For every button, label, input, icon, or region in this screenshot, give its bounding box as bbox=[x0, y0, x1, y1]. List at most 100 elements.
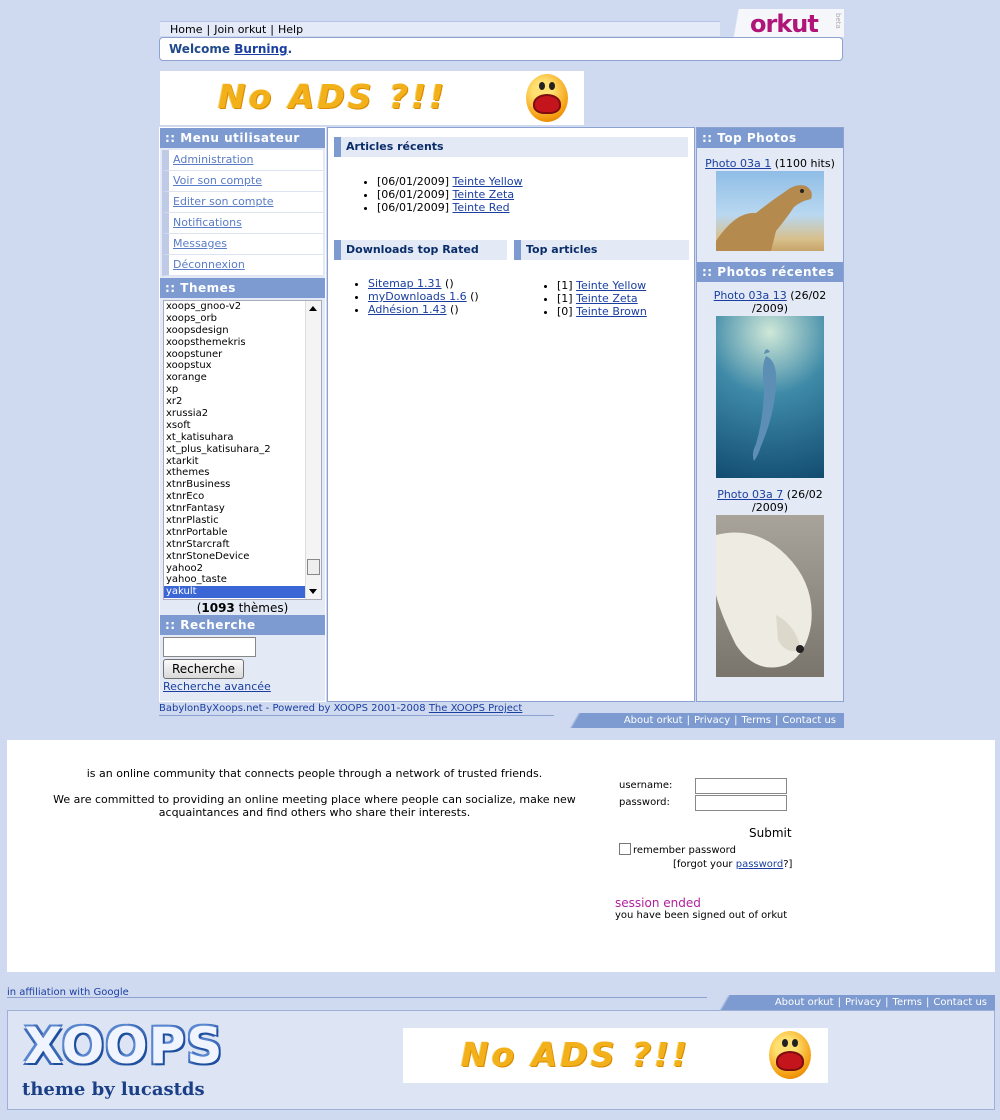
photo-meta: /2009) bbox=[752, 501, 788, 514]
photo-entry: Photo 03a 13 (26/02/2009) bbox=[697, 289, 843, 315]
footer-contact-link[interactable]: Contact us bbox=[782, 715, 836, 726]
welcome-user-link[interactable]: Burning bbox=[234, 42, 287, 56]
remember-password-label: remember password bbox=[633, 845, 736, 856]
article-link[interactable]: Teinte Yellow bbox=[576, 279, 646, 292]
polar-bear-photo[interactable] bbox=[716, 515, 824, 677]
theme-option[interactable]: xtnrEco bbox=[164, 491, 321, 503]
scroll-down-icon[interactable] bbox=[309, 589, 317, 594]
theme-option[interactable]: xp bbox=[164, 384, 321, 396]
nav-separator: | bbox=[206, 23, 211, 36]
ads-banner-top[interactable]: No ADS ?!! bbox=[160, 71, 584, 125]
footer-divider bbox=[7, 997, 707, 998]
theme-option[interactable]: xorange bbox=[164, 372, 321, 384]
themes-listbox[interactable]: xoops_gnoo-v2 xoops_orb xoopsdesign xoopsth… bbox=[163, 300, 322, 600]
menu-item-label[interactable]: Administration bbox=[173, 153, 254, 166]
xoops-project-link[interactable]: The XOOPS Project bbox=[429, 703, 523, 714]
remember-password-checkbox[interactable] bbox=[619, 843, 631, 855]
download-extra: () bbox=[441, 277, 454, 290]
footer-privacy-link[interactable]: Privacy bbox=[845, 997, 881, 1008]
ads-banner-bottom[interactable]: No ADS ?!! bbox=[403, 1028, 828, 1083]
download-extra: () bbox=[466, 290, 479, 303]
menu-item-logout[interactable]: Déconnexion bbox=[162, 255, 323, 276]
theme-option[interactable]: xoopsdesign bbox=[164, 325, 321, 337]
menu-item-label[interactable]: Editer son compte bbox=[173, 195, 274, 208]
download-link[interactable]: Sitemap 1.31 bbox=[368, 277, 442, 290]
article-link[interactable]: Teinte Zeta bbox=[576, 292, 638, 305]
nav-join-link[interactable]: Join orkut bbox=[214, 23, 266, 36]
article-date: [06/01/2009] bbox=[377, 175, 449, 188]
menu-item-label[interactable]: Déconnexion bbox=[173, 258, 245, 271]
article-link[interactable]: Teinte Yellow bbox=[452, 175, 522, 188]
advanced-search-link[interactable]: Recherche avancée bbox=[163, 680, 325, 693]
search-button[interactable]: Recherche bbox=[163, 659, 244, 679]
footer-separator: | bbox=[885, 997, 889, 1008]
menu-item-notifications[interactable]: Notifications bbox=[162, 213, 323, 234]
forgot-password-link[interactable]: password bbox=[736, 859, 783, 870]
footer-about-link[interactable]: About orkut bbox=[775, 997, 834, 1008]
theme-option[interactable]: xoopsthemekris bbox=[164, 337, 321, 349]
menu-item-label[interactable]: Messages bbox=[173, 237, 227, 250]
xoops-logo[interactable]: XOOPS theme by lucastds bbox=[22, 1017, 242, 1105]
camel-photo[interactable] bbox=[716, 171, 824, 251]
footer-terms-link[interactable]: Terms bbox=[742, 715, 771, 726]
themes-scrollbar[interactable] bbox=[305, 301, 321, 599]
photo-link[interactable]: Photo 03a 13 bbox=[714, 289, 787, 302]
theme-option[interactable]: xoops_orb bbox=[164, 313, 321, 325]
nav-help-link[interactable]: Help bbox=[278, 23, 303, 36]
menu-item-label[interactable]: Notifications bbox=[173, 216, 242, 229]
article-link[interactable]: Teinte Zeta bbox=[452, 188, 514, 201]
top-photos-title: :: Top Photos bbox=[697, 128, 843, 148]
theme-option[interactable]: xoopstux bbox=[164, 360, 321, 372]
download-link[interactable]: Adhésion 1.43 bbox=[368, 303, 447, 316]
theme-option[interactable]: xoopstuner bbox=[164, 349, 321, 361]
menu-item-edit-account[interactable]: Editer son compte bbox=[162, 192, 323, 213]
theme-option[interactable]: yahoo_taste bbox=[164, 574, 321, 586]
username-field[interactable] bbox=[695, 778, 787, 794]
top-articles-block: Top articles [1] Teinte Yellow [1] Teint… bbox=[514, 240, 689, 318]
theme-option[interactable]: xt_plus_katisuhara_2 bbox=[164, 444, 321, 456]
theme-option[interactable]: xtnrBusiness bbox=[164, 479, 321, 491]
list-item: [06/01/2009] Teinte Red bbox=[377, 201, 688, 214]
menu-item-administration[interactable]: Administration bbox=[162, 150, 323, 171]
search-input[interactable] bbox=[163, 637, 256, 657]
photo-meta: /2009) bbox=[752, 302, 788, 315]
theme-option[interactable]: yahoo2 bbox=[164, 563, 321, 575]
password-field[interactable] bbox=[695, 795, 787, 811]
download-extra: () bbox=[446, 303, 459, 316]
theme-option[interactable]: xoops_gnoo-v2 bbox=[164, 301, 321, 313]
footer-privacy-link[interactable]: Privacy bbox=[694, 715, 730, 726]
theme-option[interactable]: xt_katisuhara bbox=[164, 432, 321, 444]
theme-option[interactable]: xr2 bbox=[164, 396, 321, 408]
theme-option[interactable]: xthemes bbox=[164, 467, 321, 479]
menu-item-label[interactable]: Voir son compte bbox=[173, 174, 262, 187]
menu-item-messages[interactable]: Messages bbox=[162, 234, 323, 255]
download-link[interactable]: myDownloads 1.6 bbox=[368, 290, 467, 303]
photo-link[interactable]: Photo 03a 1 bbox=[705, 157, 771, 170]
login-description-2: We are committed to providing an online … bbox=[53, 793, 576, 819]
theme-option[interactable]: xtnrStoneDevice bbox=[164, 551, 321, 563]
orkut-logo[interactable]: orkut bbox=[750, 10, 819, 38]
theme-option[interactable]: xtnrPlastic bbox=[164, 515, 321, 527]
nav-home-link[interactable]: Home bbox=[170, 23, 202, 36]
theme-option[interactable]: xrussia2 bbox=[164, 408, 321, 420]
footer-contact-link[interactable]: Contact us bbox=[933, 997, 987, 1008]
scroll-up-icon[interactable] bbox=[309, 306, 317, 311]
theme-option[interactable]: xsoft bbox=[164, 420, 321, 432]
themes-title: :: Themes bbox=[160, 278, 325, 298]
theme-option[interactable]: xtnrPortable bbox=[164, 527, 321, 539]
theme-option[interactable]: xtnrStarcraft bbox=[164, 539, 321, 551]
submit-button[interactable]: Submit bbox=[749, 826, 792, 840]
article-link[interactable]: Teinte Brown bbox=[576, 305, 647, 318]
downloads-top-title: Downloads top Rated bbox=[334, 240, 507, 260]
footer-about-link[interactable]: About orkut bbox=[624, 715, 683, 726]
dolphin-photo[interactable] bbox=[716, 316, 824, 478]
theme-option[interactable]: yakult bbox=[164, 586, 321, 599]
scroll-thumb[interactable] bbox=[307, 559, 320, 575]
recent-articles-title: Articles récents bbox=[334, 137, 688, 157]
footer-terms-link[interactable]: Terms bbox=[893, 997, 922, 1008]
theme-option[interactable]: xtarkit bbox=[164, 456, 321, 468]
photo-link[interactable]: Photo 03a 7 bbox=[717, 488, 783, 501]
theme-option[interactable]: xtnrFantasy bbox=[164, 503, 321, 515]
article-link[interactable]: Teinte Red bbox=[452, 201, 509, 214]
menu-item-view-account[interactable]: Voir son compte bbox=[162, 171, 323, 192]
